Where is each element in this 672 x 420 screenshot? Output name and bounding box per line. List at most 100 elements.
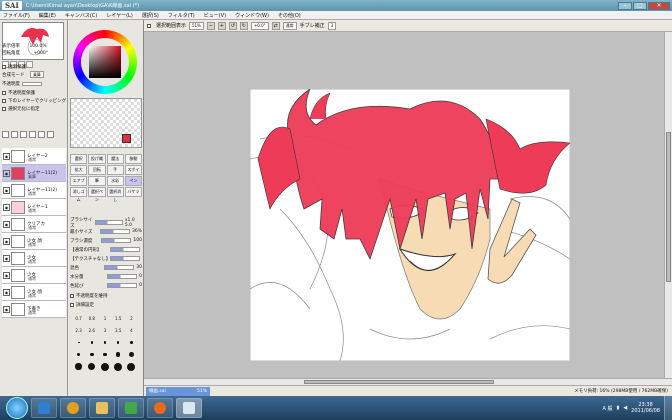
visibility-eye-icon[interactable]: ◉: [3, 271, 10, 279]
brush-size-cell[interactable]: [72, 362, 85, 371]
check-3-box[interactable]: [2, 106, 6, 111]
brush-size-cell[interactable]: [112, 362, 125, 371]
brush-setting-row[interactable]: 【通常の円形】: [70, 245, 142, 254]
color-wheel[interactable]: [73, 30, 137, 94]
brush-setting-row[interactable]: ブラシサイズ x1.0 5.0: [70, 218, 142, 229]
brush-setting-row[interactable]: 混色 30: [70, 263, 142, 272]
menu-layer[interactable]: レイヤー(L): [106, 12, 133, 19]
brush-size-cell[interactable]: 0.7: [72, 314, 85, 323]
brush-size-cell[interactable]: 1.5: [112, 314, 125, 323]
visibility-eye-icon[interactable]: ◉: [3, 169, 10, 177]
brush-setting-row[interactable]: 色延び 0: [70, 281, 142, 290]
minimize-button[interactable]: –: [618, 1, 632, 10]
keep-opacity-checkbox[interactable]: [70, 293, 74, 298]
visibility-eye-icon[interactable]: ◉: [3, 152, 10, 160]
tool-button[interactable]: 手: [106, 165, 124, 175]
brush-setting-slider[interactable]: [107, 274, 138, 279]
layer-row[interactable]: ◉ 下書き 通常: [2, 301, 66, 318]
drawing-canvas[interactable]: [250, 89, 570, 361]
zoom-value[interactable]: 100.0%: [29, 44, 46, 49]
new-set-icon[interactable]: [11, 131, 18, 138]
brush-size-cell[interactable]: [98, 362, 111, 371]
tool-button[interactable]: 拡大: [70, 165, 88, 175]
clear-layer-icon[interactable]: [38, 131, 45, 138]
menu-filter[interactable]: フィルタ(T): [168, 12, 195, 19]
brush-size-cell[interactable]: [85, 338, 98, 347]
document-tab[interactable]: 線画.sai 51%: [146, 386, 210, 396]
brush-setting-row[interactable]: 水分量 0: [70, 272, 142, 281]
fg-bg-colors[interactable]: [122, 134, 135, 147]
layer-row[interactable]: ◉ 少女 顔通常: [2, 284, 66, 301]
clock[interactable]: 23:38 2011/06/08: [631, 402, 660, 414]
brush-size-cell[interactable]: 3: [98, 326, 111, 335]
brush-setting-slider[interactable]: [104, 265, 135, 270]
tool-button[interactable]: 選択消し: [106, 187, 124, 202]
nav-rotate-icon[interactable]: [26, 61, 33, 68]
zoom-out-icon[interactable]: −: [206, 21, 215, 30]
menu-window[interactable]: ウィンドウ(W): [235, 12, 269, 19]
show-desktop-button[interactable]: [664, 396, 672, 420]
visibility-eye-icon[interactable]: ◉: [3, 305, 10, 313]
visibility-eye-icon[interactable]: ◉: [3, 254, 10, 262]
brush-size-cell[interactable]: [98, 338, 111, 347]
tool-button[interactable]: 水彩: [106, 176, 124, 186]
tool-button[interactable]: 投げ縄: [88, 154, 106, 164]
menu-select[interactable]: 選択(S): [142, 12, 159, 19]
brush-setting-slider[interactable]: [101, 238, 132, 243]
tool-button[interactable]: 魔法: [106, 154, 124, 164]
visibility-eye-icon[interactable]: ◉: [3, 237, 10, 245]
vertical-scroll-thumb[interactable]: [666, 132, 671, 282]
check-1-box[interactable]: [2, 90, 6, 95]
brush-setting-row[interactable]: 最小サイズ 36%: [70, 227, 142, 236]
flip-icon[interactable]: ⇄: [271, 21, 280, 30]
brush-size-cell[interactable]: [72, 338, 85, 347]
menu-view[interactable]: ビュー(V): [204, 12, 226, 19]
layer-row[interactable]: ◉ レイヤー2 通常: [2, 148, 66, 165]
brush-size-cell[interactable]: [112, 338, 125, 347]
brush-setting-slider[interactable]: [94, 220, 123, 225]
rotate-left-icon[interactable]: ↺: [228, 21, 237, 30]
vertical-scrollbar[interactable]: [664, 32, 672, 378]
tool-button[interactable]: 選択: [70, 154, 88, 164]
horizontal-scroll-thumb[interactable]: [304, 380, 494, 384]
brush-size-cell[interactable]: [125, 362, 138, 371]
layer-row[interactable]: ◉ 少女 顔通常: [2, 233, 66, 250]
opacity-slider[interactable]: [22, 81, 42, 86]
brush-setting-slider[interactable]: [99, 229, 130, 234]
taskbar-explorer[interactable]: [31, 398, 57, 418]
brush-size-cell[interactable]: [125, 338, 138, 347]
visibility-eye-icon[interactable]: ◉: [3, 288, 10, 296]
stabilizer-select[interactable]: 3: [327, 21, 337, 30]
layer-row[interactable]: ◉ レイヤー11(2) 通常: [2, 182, 66, 199]
brush-size-cell[interactable]: [98, 350, 111, 359]
mode-select[interactable]: 通常: [282, 21, 297, 30]
canvas-area[interactable]: [144, 32, 672, 378]
close-button[interactable]: ✕: [648, 1, 670, 10]
taskbar-folder[interactable]: [89, 398, 115, 418]
zoom-select[interactable]: 51%: [189, 21, 204, 30]
copy-layer-icon[interactable]: [20, 131, 27, 138]
visibility-eye-icon[interactable]: ◉: [3, 220, 10, 228]
brush-size-cell[interactable]: [125, 350, 138, 359]
tool-button[interactable]: ペン: [124, 176, 142, 186]
zoom-in-icon[interactable]: +: [217, 21, 226, 30]
brush-setting-slider[interactable]: [110, 256, 140, 261]
foreground-color[interactable]: [122, 134, 131, 143]
visibility-eye-icon[interactable]: ◉: [3, 186, 10, 194]
brush-size-cell[interactable]: 3.5: [112, 326, 125, 335]
check-2-box[interactable]: [2, 98, 6, 103]
brush-size-cell[interactable]: 1: [98, 314, 111, 323]
tool-button[interactable]: 筆: [88, 176, 106, 186]
language-indicator[interactable]: A 般: [603, 405, 613, 412]
tool-button[interactable]: 消しゴム: [70, 187, 88, 202]
brush-size-cell[interactable]: 0.8: [85, 314, 98, 323]
new-layer-icon[interactable]: [2, 131, 9, 138]
merge-layer-icon[interactable]: [29, 131, 36, 138]
opacity-lock-checkbox[interactable]: [2, 64, 6, 69]
brush-size-cell[interactable]: 2: [125, 314, 138, 323]
maximize-button[interactable]: □: [633, 1, 647, 10]
taskbar-browser[interactable]: [118, 398, 144, 418]
start-button[interactable]: [6, 397, 28, 419]
brush-size-cell[interactable]: 4: [125, 326, 138, 335]
tool-button[interactable]: 移動: [124, 154, 142, 164]
